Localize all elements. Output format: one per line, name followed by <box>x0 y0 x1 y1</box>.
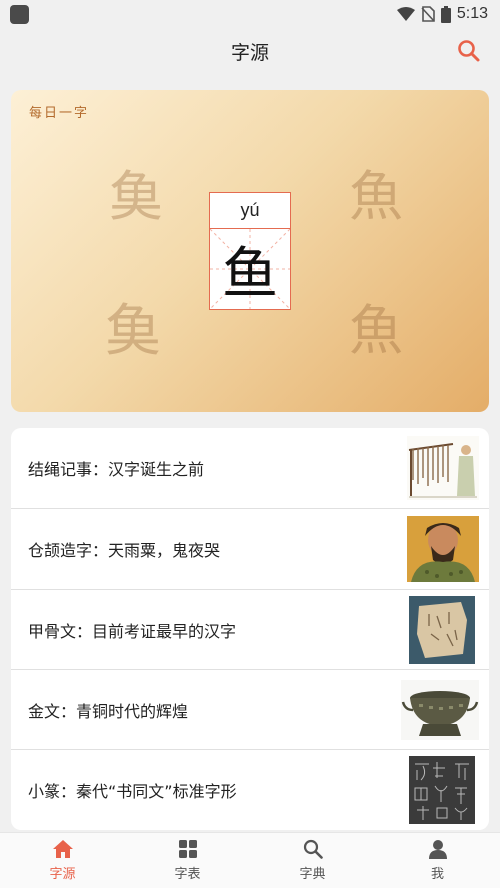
no-sim-icon <box>421 6 435 22</box>
pinyin-box: yú <box>210 193 290 229</box>
ancient-form-2: 魚 <box>349 165 403 228</box>
wifi-icon <box>396 7 415 21</box>
daily-label: 每日一字 <box>29 106 90 121</box>
character-box: 鱼 <box>210 229 290 309</box>
search-button[interactable] <box>456 38 482 64</box>
tianzige-grid: yú 鱼 <box>209 192 291 310</box>
seal-script-rubbing-image <box>409 756 475 824</box>
nav-tab-me[interactable]: 我 <box>375 833 500 888</box>
bronze-vessel-image <box>401 680 479 740</box>
nav-label: 字典 <box>299 867 326 882</box>
topic-title: 小篆：秦代“书同文”标准字形 <box>28 781 237 801</box>
daily-character: 鱼 <box>222 241 278 307</box>
home-icon <box>52 840 73 858</box>
person-icon <box>428 840 447 859</box>
topic-list: 结绳记事：汉字诞生之前 仓颉造字：天雨粟，鬼夜哭 甲骨文：目前考证最早的汉字 金… <box>11 428 489 830</box>
title-bar: 字源 <box>0 28 500 74</box>
ancient-form-4: 魚 <box>349 299 403 362</box>
nav-label: 字源 <box>49 867 76 882</box>
topic-row[interactable]: 仓颉造字：天雨粟，鬼夜哭 <box>11 508 489 588</box>
daily-character-card[interactable]: 每日一字 𩵋 魚 𩵋 魚 yú 鱼 <box>11 90 489 412</box>
notification-app-icon <box>10 4 29 24</box>
topic-title: 结绳记事：汉字诞生之前 <box>28 460 205 479</box>
topic-title: 仓颉造字：天雨粟，鬼夜哭 <box>28 540 221 560</box>
pinyin-text: yú <box>240 200 260 220</box>
page-title: 字源 <box>230 41 269 64</box>
nav-tab-zibiao[interactable]: 字表 <box>125 833 250 888</box>
status-bar: 5:13 <box>0 0 500 28</box>
topic-row[interactable]: 甲骨文：目前考证最早的汉字 <box>11 589 489 669</box>
nav-tab-ziyuan[interactable]: 字源 <box>0 833 125 888</box>
ancient-form-1: 𩵋 <box>109 165 163 228</box>
topic-row[interactable]: 金文：青铜时代的辉煌 <box>11 669 489 749</box>
nav-label: 我 <box>430 867 444 882</box>
battery-icon <box>440 5 451 23</box>
nav-label: 字表 <box>174 867 201 882</box>
oracle-bone-image <box>409 596 475 664</box>
nav-tab-zidian[interactable]: 字典 <box>250 833 375 888</box>
ancient-form-3: 𩵋 <box>105 299 161 364</box>
cangjie-portrait-image <box>407 516 479 582</box>
topic-title: 甲骨文：目前考证最早的汉字 <box>28 621 237 641</box>
status-indicators: 5:13 <box>396 5 488 23</box>
grid-icon <box>178 840 197 858</box>
topic-row[interactable]: 小篆：秦代“书同文”标准字形 <box>11 749 489 829</box>
bottom-nav: 字源 字表 字典 我 <box>0 832 500 888</box>
topic-row[interactable]: 结绳记事：汉字诞生之前 <box>11 428 489 508</box>
knotted-rope-image <box>407 436 479 500</box>
status-time: 5:13 <box>456 5 488 22</box>
topic-title: 金文：青铜时代的辉煌 <box>28 701 189 721</box>
search-icon <box>303 839 323 859</box>
